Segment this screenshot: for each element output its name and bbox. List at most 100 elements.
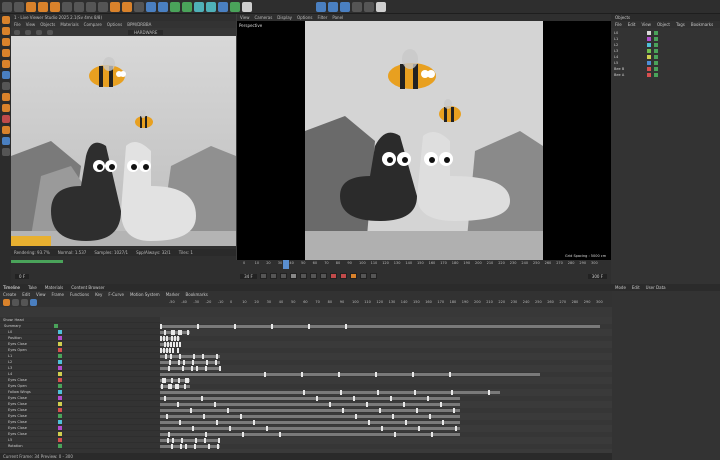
edge-mode-icon[interactable] xyxy=(1,49,10,57)
uv-mode-icon[interactable] xyxy=(1,71,10,79)
keyframe-marker[interactable] xyxy=(416,408,418,413)
workplane-mode-icon[interactable] xyxy=(1,137,10,145)
keyframe-marker[interactable] xyxy=(179,342,181,347)
vp-menu-view[interactable]: View xyxy=(240,15,250,20)
keyframe-marker[interactable] xyxy=(191,366,193,371)
keyframe-marker[interactable] xyxy=(205,366,207,371)
keyframe-marker[interactable] xyxy=(171,336,173,341)
keyframe-marker[interactable] xyxy=(164,330,166,335)
tab-materials[interactable]: Materials xyxy=(45,285,63,290)
keyframe-marker[interactable] xyxy=(253,420,255,425)
keyframe-marker[interactable] xyxy=(219,366,221,371)
next-frame-icon[interactable] xyxy=(299,273,307,279)
keyframe-marker[interactable] xyxy=(342,408,344,413)
floor-icon[interactable] xyxy=(218,1,228,12)
keyframe-marker[interactable] xyxy=(184,384,186,389)
texture-mode-icon[interactable] xyxy=(1,27,10,35)
keyframe-marker[interactable] xyxy=(403,402,405,407)
keyframe-marker[interactable] xyxy=(214,402,216,407)
keyframe-marker[interactable] xyxy=(167,342,169,347)
keyframe-marker[interactable] xyxy=(179,354,181,359)
keyframe-marker[interactable] xyxy=(303,390,305,395)
rv-save-icon[interactable] xyxy=(47,29,53,35)
rv-menu-view[interactable]: View xyxy=(26,22,36,27)
play-icon[interactable] xyxy=(289,273,297,279)
keyframe-marker[interactable] xyxy=(195,438,197,443)
keyframe-marker[interactable] xyxy=(366,402,368,407)
fcurve-mode-icon[interactable] xyxy=(12,299,19,306)
keyframe-marker[interactable] xyxy=(166,348,168,353)
keyframe-marker[interactable] xyxy=(177,336,179,341)
rv-menu-bpm[interactable]: BPM/DRBBA xyxy=(127,22,151,27)
keyframe-marker[interactable] xyxy=(171,444,173,449)
check-icon[interactable] xyxy=(654,67,658,71)
keyframe-marker[interactable] xyxy=(168,432,170,437)
axis-y-icon[interactable] xyxy=(74,1,84,12)
rv-menu-materials[interactable]: Materials xyxy=(60,22,78,27)
keyframe-marker[interactable] xyxy=(455,426,457,431)
vp-menu-options[interactable]: Options xyxy=(297,15,312,20)
rotation-key-icon[interactable] xyxy=(369,273,377,279)
keyframe-marker[interactable] xyxy=(301,372,303,377)
rv-menu-objects[interactable]: Objects xyxy=(40,22,55,27)
keyframe-marker[interactable] xyxy=(187,378,189,383)
keyframe-marker[interactable] xyxy=(192,360,194,365)
keyframe-marker[interactable] xyxy=(240,414,242,419)
keyframe-marker[interactable] xyxy=(170,342,172,347)
keyframe-marker[interactable] xyxy=(178,360,180,365)
keyframe-marker[interactable] xyxy=(308,324,310,329)
rv-play-icon[interactable] xyxy=(14,29,20,35)
keyframe-marker[interactable] xyxy=(190,408,192,413)
keyframe-marker[interactable] xyxy=(163,336,165,341)
workplane-icon[interactable] xyxy=(328,1,338,12)
tl-menu-frame[interactable]: Frame xyxy=(52,292,64,297)
keyframe-marker[interactable] xyxy=(390,396,392,401)
keyframe-marker[interactable] xyxy=(414,390,416,395)
vp-menu-display[interactable]: Display xyxy=(277,15,292,20)
keyframe-marker[interactable] xyxy=(172,438,174,443)
enable-axis-icon[interactable] xyxy=(1,82,10,90)
keyframe-marker[interactable] xyxy=(449,372,451,377)
snap-settings-icon[interactable] xyxy=(1,115,10,123)
keyframe-marker[interactable] xyxy=(197,324,199,329)
locking-icon[interactable] xyxy=(1,93,10,101)
track-row[interactable]: Rotation xyxy=(0,443,160,449)
viewport-canvas[interactable]: Perspective Grid Spacing : 5000 cm xyxy=(237,21,611,260)
keyframe-marker[interactable] xyxy=(182,366,184,371)
keyframe-marker[interactable] xyxy=(264,372,266,377)
move-tool-icon[interactable] xyxy=(26,1,36,12)
keyframe-marker[interactable] xyxy=(202,354,204,359)
check-icon[interactable] xyxy=(654,73,658,77)
axis-x-icon[interactable] xyxy=(62,1,72,12)
obj-menu-view[interactable]: View xyxy=(641,22,651,27)
keyframe-marker[interactable] xyxy=(218,438,220,443)
go-to-end-icon[interactable] xyxy=(319,273,327,279)
grid-icon[interactable] xyxy=(340,1,350,12)
keyframe-marker[interactable] xyxy=(183,360,185,365)
keyframe-marker[interactable] xyxy=(316,396,318,401)
timeline-frame-ruler[interactable]: -50 -40 -30 -20 -10 0 10 20 30 40 50 60 70 80 90 100 110… xyxy=(169,299,609,306)
keyframe-marker[interactable] xyxy=(192,426,194,431)
keyframe-marker[interactable] xyxy=(187,330,189,335)
keyframe-marker[interactable] xyxy=(180,330,182,335)
render-view-icon[interactable] xyxy=(110,1,120,12)
keyframe-marker[interactable] xyxy=(180,444,182,449)
keyframe-marker[interactable] xyxy=(204,438,206,443)
end-frame-field[interactable]: 300 F xyxy=(587,273,608,279)
keyframe-marker[interactable] xyxy=(429,414,431,419)
render-settings-icon[interactable] xyxy=(134,1,144,12)
cube-icon[interactable] xyxy=(146,1,156,12)
next-key-icon[interactable] xyxy=(309,273,317,279)
keyframe-marker[interactable] xyxy=(164,378,166,383)
obj-menu-file[interactable]: File xyxy=(615,22,622,27)
keyframe-marker[interactable] xyxy=(379,408,381,413)
playhead[interactable] xyxy=(283,260,289,269)
keyframe-marker[interactable] xyxy=(168,366,170,371)
keyframe-marker[interactable] xyxy=(185,444,187,449)
keyframe-selection-icon[interactable] xyxy=(349,273,357,279)
keyframe-marker[interactable] xyxy=(381,426,383,431)
keyframe-marker[interactable] xyxy=(172,348,174,353)
keyframe-marker[interactable] xyxy=(166,414,168,419)
attr-menu-user-data[interactable]: User Data xyxy=(646,285,666,290)
keyframe-marker[interactable] xyxy=(171,330,173,335)
